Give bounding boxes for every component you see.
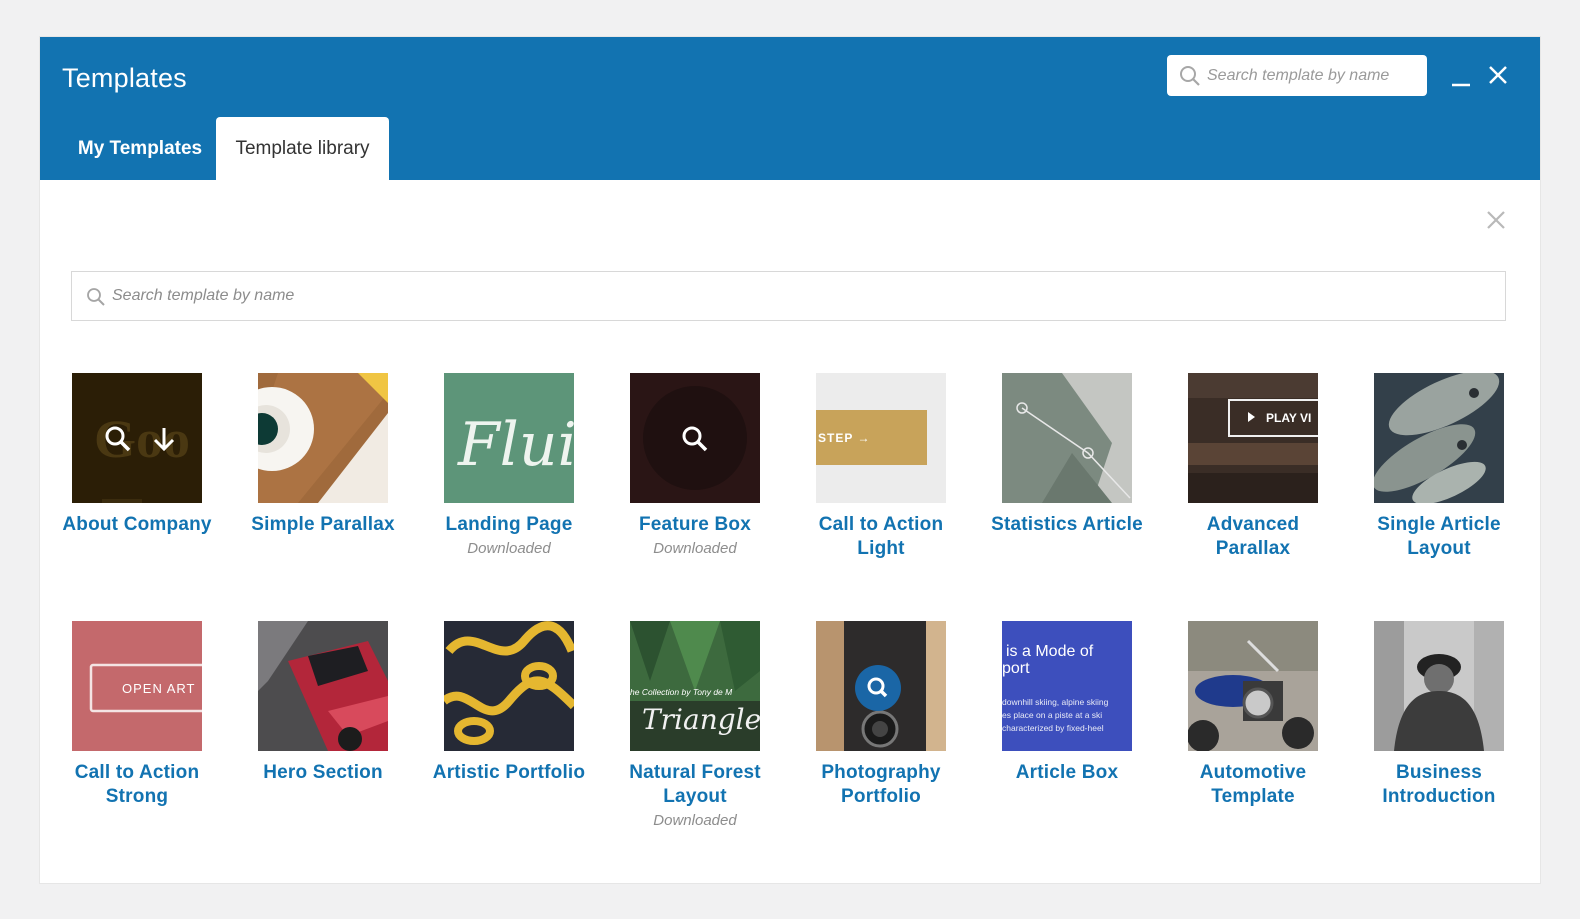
thumb-text: is a Mode of — [1006, 643, 1094, 660]
template-thumbnail: PLAY VI — [1188, 373, 1318, 503]
template-card-feature-box[interactable]: Feature Box Downloaded — [602, 373, 788, 557]
thumb-text: Fluid — [457, 410, 574, 480]
template-thumbnail — [444, 621, 574, 751]
header-search-input[interactable] — [1207, 55, 1417, 96]
template-card-statistics-article[interactable]: Statistics Article — [974, 373, 1160, 540]
modal-title: Templates — [62, 63, 187, 93]
thumb-text-4: es place on a piste at a ski — [1002, 710, 1102, 720]
thumb-text: PLAY VI — [1266, 411, 1311, 425]
search-icon — [87, 288, 105, 306]
template-name[interactable]: Natural Forest Layout — [602, 761, 788, 809]
search-icon[interactable] — [854, 664, 902, 712]
template-thumbnail: OPEN ART — [72, 621, 202, 751]
template-thumbnail: Goo — [72, 373, 202, 503]
template-name[interactable]: Business Introduction — [1346, 761, 1532, 809]
template-card-automotive-template[interactable]: Automotive Template — [1160, 621, 1346, 812]
template-thumbnail — [1188, 621, 1318, 751]
modal-header: Templates My Templates Template library — [40, 37, 1540, 180]
template-thumbnail — [258, 621, 388, 751]
template-name[interactable]: Feature Box — [602, 513, 788, 537]
thumb-text-2: Triangle e — [642, 703, 760, 736]
template-thumbnail — [630, 373, 760, 503]
close-icon — [1487, 211, 1505, 229]
template-name[interactable]: Hero Section — [230, 761, 416, 785]
minimize-icon — [1452, 83, 1470, 87]
template-card-call-to-action-strong[interactable]: OPEN ART Call to Action Strong — [44, 621, 230, 812]
thumb-text: OPEN ART — [122, 681, 196, 696]
template-thumbnail: Fluid — [444, 373, 574, 503]
minimize-button[interactable] — [1446, 61, 1476, 91]
template-status: Downloaded — [653, 540, 737, 557]
template-status: Downloaded — [653, 812, 737, 829]
template-name[interactable]: Call to Action Strong — [44, 761, 230, 809]
template-thumbnail: STEP → — [816, 373, 946, 503]
template-card-natural-forest-layout[interactable]: he Collection by Tony de M Triangle e Na… — [602, 621, 788, 829]
template-name[interactable]: Article Box — [974, 761, 1160, 785]
template-card-landing-page[interactable]: Fluid Landing Page Downloaded — [416, 373, 602, 557]
template-name[interactable]: Artistic Portfolio — [416, 761, 602, 785]
template-card-call-to-action-light[interactable]: STEP → Call to Action Light — [788, 373, 974, 564]
thumb-text-2: port — [1002, 660, 1030, 677]
template-card-about-company[interactable]: Goo About Company — [44, 373, 230, 540]
template-name[interactable]: Landing Page — [416, 513, 602, 537]
thumb-text-3: downhill skiing, alpine skiing — [1002, 697, 1109, 707]
library-search-box[interactable] — [71, 271, 1506, 321]
close-panel-button[interactable] — [1483, 207, 1509, 233]
template-thumbnail — [1374, 373, 1504, 503]
template-card-business-introduction[interactable]: Business Introduction — [1346, 621, 1532, 812]
template-thumbnail: he Collection by Tony de M Triangle e — [630, 621, 760, 751]
template-card-advanced-parallax[interactable]: PLAY VI Advanced Parallax — [1160, 373, 1346, 564]
template-status: Downloaded — [467, 540, 551, 557]
template-thumbnail — [816, 621, 946, 751]
close-modal-button[interactable] — [1484, 61, 1514, 91]
template-name[interactable]: About Company — [44, 513, 230, 537]
search-icon[interactable] — [104, 425, 132, 453]
template-name[interactable]: Single Article Layout — [1346, 513, 1532, 561]
template-card-article-box[interactable]: is a Mode of port downhill skiing, alpin… — [974, 621, 1160, 788]
template-thumbnail — [1002, 373, 1132, 503]
template-card-hero-section[interactable]: Hero Section — [230, 621, 416, 788]
tab-my-templates[interactable]: My Templates — [62, 117, 218, 180]
template-name[interactable]: Simple Parallax — [230, 513, 416, 537]
thumb-text-5: characterized by fixed-heel — [1002, 723, 1104, 733]
template-name[interactable]: Statistics Article — [974, 513, 1160, 537]
download-icon[interactable] — [150, 425, 178, 453]
library-search-input[interactable] — [112, 272, 1492, 320]
header-search-box[interactable] — [1167, 55, 1427, 96]
template-thumbnail — [258, 373, 388, 503]
template-name[interactable]: Call to Action Light — [788, 513, 974, 561]
template-name[interactable]: Advanced Parallax — [1160, 513, 1346, 561]
template-card-single-article-layout[interactable]: Single Article Layout — [1346, 373, 1532, 564]
search-icon — [1180, 66, 1200, 86]
templates-modal: Templates My Templates Template library — [40, 37, 1540, 883]
thumb-text: STEP → — [818, 431, 870, 445]
tab-template-library[interactable]: Template library — [216, 117, 389, 180]
template-thumbnail — [1374, 621, 1504, 751]
template-card-simple-parallax[interactable]: Simple Parallax — [230, 373, 416, 540]
template-name[interactable]: Automotive Template — [1160, 761, 1346, 809]
search-icon[interactable] — [681, 425, 709, 453]
template-thumbnail: is a Mode of port downhill skiing, alpin… — [1002, 621, 1132, 751]
template-card-artistic-portfolio[interactable]: Artistic Portfolio — [416, 621, 602, 788]
template-name[interactable]: Photography Portfolio — [788, 761, 974, 809]
template-card-photography-portfolio[interactable]: Photography Portfolio — [788, 621, 974, 812]
thumb-text: he Collection by Tony de M — [630, 687, 733, 697]
close-icon — [1489, 66, 1507, 84]
